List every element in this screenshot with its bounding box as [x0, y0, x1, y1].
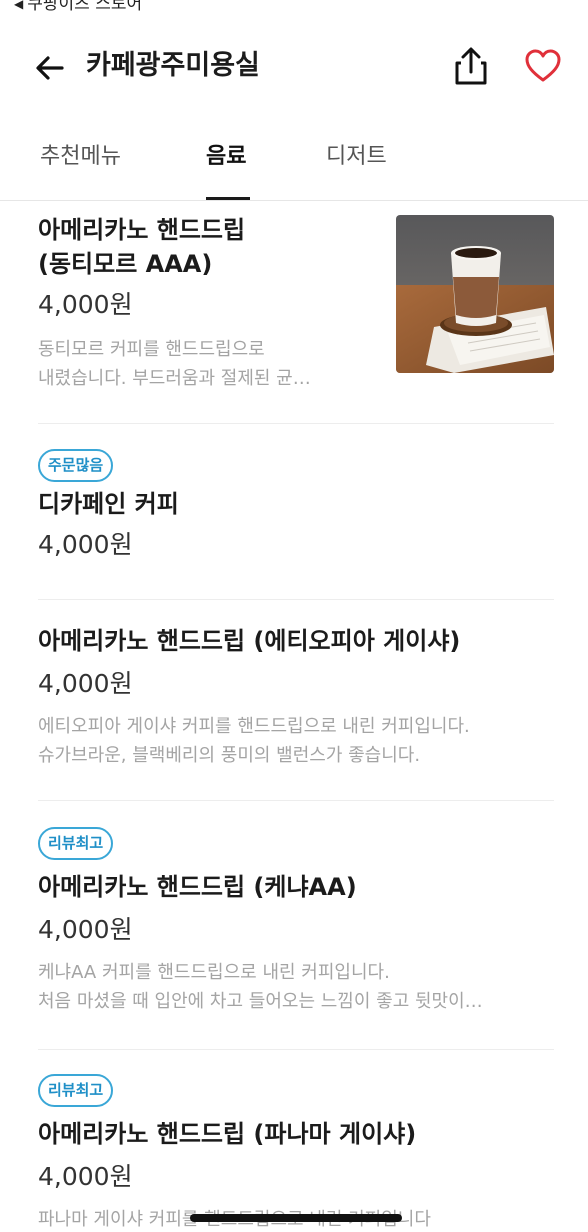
menu-item-image: [396, 215, 554, 373]
menu-item-price: 4,000원: [38, 915, 133, 944]
menu-item[interactable]: 아메리카노 핸드드립 (에티오피아 게이샤) 4,000원 에티오피아 게이샤 …: [38, 600, 554, 801]
menu-item-description: 케냐AA 커피를 핸드드립으로 내린 커피입니다.: [38, 962, 390, 983]
store-title: 카페광주미용실: [86, 50, 260, 81]
menu-item[interactable]: 아메리카노 핸드드립 (동티모르 AAA) 4,000원 동티모르 커피를 핸드…: [38, 201, 554, 424]
menu-item-price: 4,000원: [38, 290, 133, 319]
menu-item[interactable]: 리뷰최고 아메리카노 핸드드립 (파나마 게이샤) 4,000원 파나마 게이샤…: [38, 1050, 554, 1232]
status-back-to-app[interactable]: ◀ 쿠팡이츠 스토어: [14, 0, 142, 14]
menu-item-name: 아메리카노 핸드드립 (케냐AA): [38, 873, 357, 901]
menu-item-price: 4,000원: [38, 530, 133, 559]
active-tab-indicator: [206, 197, 250, 200]
menu-item-price: 4,000원: [38, 1162, 133, 1191]
share-button[interactable]: [452, 46, 490, 86]
menu-item-name-line2: (동티모르 AAA): [38, 250, 213, 278]
popular-badge: 주문많음: [38, 449, 114, 482]
menu-item-description-line2: 처음 마셨을 때 입안에 차고 들어오는 느낌이 좋고 뒷맛이…: [38, 991, 483, 1012]
back-triangle-icon: ◀: [14, 0, 24, 11]
menu-item-description: 동티모르 커피를 핸드드립으로: [38, 339, 265, 360]
tab-dessert[interactable]: 디저트: [326, 142, 387, 172]
top-review-badge: 리뷰최고: [38, 1074, 114, 1107]
back-arrow-icon: [36, 56, 64, 80]
menu-item-name: 아메리카노 핸드드립: [38, 216, 246, 244]
top-bar: 카페광주미용실: [0, 34, 588, 98]
menu-item-description-line2: 내렸습니다. 부드러움과 절제된 균…: [38, 368, 311, 389]
favorite-button[interactable]: [524, 48, 562, 84]
tab-recommended[interactable]: 추천메뉴: [40, 142, 121, 172]
menu-item-name: 디카페인 커피: [38, 490, 179, 518]
menu-item-description-line2: 슈가브라운, 블랙베리의 풍미의 밸런스가 좋습니다.: [38, 745, 421, 766]
home-indicator[interactable]: [190, 1214, 402, 1222]
menu-item-price: 4,000원: [38, 669, 133, 698]
menu-item-name: 아메리카노 핸드드립 (파나마 게이샤): [38, 1120, 417, 1148]
share-icon: [455, 47, 487, 85]
top-review-badge: 리뷰최고: [38, 827, 114, 860]
heart-icon: [525, 49, 561, 82]
menu-item-description: 에티오피아 게이샤 커피를 핸드드립으로 내린 커피입니다.: [38, 716, 470, 737]
coffee-cup-image: [396, 215, 554, 373]
tab-drinks[interactable]: 음료: [206, 142, 246, 172]
back-button[interactable]: [32, 50, 68, 86]
status-back-label: 쿠팡이츠 스토어: [27, 0, 143, 14]
menu-item[interactable]: 리뷰최고 아메리카노 핸드드립 (케냐AA) 4,000원 케냐AA 커피를 핸…: [38, 801, 554, 1050]
category-tabs: 추천메뉴 음료 디저트: [0, 128, 588, 201]
menu-item-name: 아메리카노 핸드드립 (에티오피아 게이샤): [38, 627, 461, 655]
menu-item[interactable]: 주문많음 디카페인 커피 4,000원: [38, 424, 554, 600]
